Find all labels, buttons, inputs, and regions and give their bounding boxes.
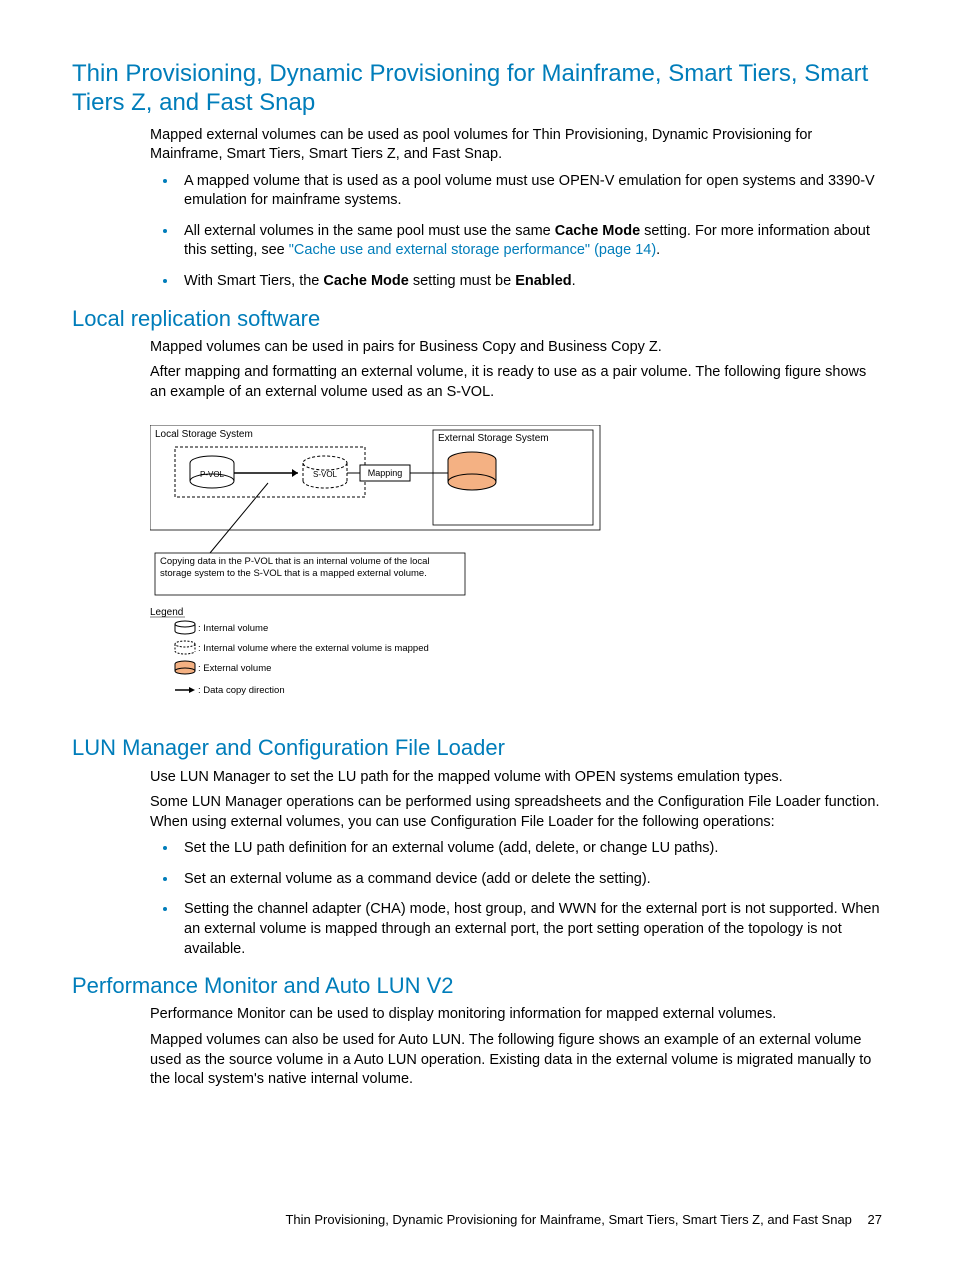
paragraph: Use LUN Manager to set the LU path for t… [150,768,882,788]
legend-item: : External volume [198,663,271,674]
arrow-icon [292,469,298,477]
legend-internal-icon [175,621,195,634]
bold-text: Enabled [515,273,571,289]
legend-arrow-icon [175,687,195,693]
bullet-list: A mapped volume that is used as a pool v… [150,171,882,292]
list-item: Setting the channel adapter (CHA) mode, … [178,899,882,959]
label-pvol: P-VOL [200,470,225,479]
replication-diagram: Local Storage System External Storage Sy… [150,425,882,722]
heading-performance-monitor: Performance Monitor and Auto LUN V2 [72,973,882,999]
list-item: Set the LU path definition for an extern… [178,838,882,859]
paragraph: Mapped external volumes can be used as p… [150,126,882,165]
legend-external-icon [175,661,195,674]
paragraph: After mapping and formatting an external… [150,363,882,402]
page-footer: Thin Provisioning, Dynamic Provisioning … [285,1211,882,1229]
label-external-system: External Storage System [438,433,549,444]
legend-title: Legend [150,607,183,618]
text: All external volumes in the same pool mu… [184,223,555,239]
paragraph: Performance Monitor can be used to displ… [150,1005,882,1025]
label-local-system: Local Storage System [155,429,253,440]
footer-text: Thin Provisioning, Dynamic Provisioning … [285,1212,851,1227]
heading-lun-manager: LUN Manager and Configuration File Loade… [72,735,882,761]
list-item: All external volumes in the same pool mu… [178,221,882,261]
bold-text: Cache Mode [323,273,408,289]
heading-local-replication: Local replication software [72,306,882,332]
text: . [572,273,576,289]
list-item: Set an external volume as a command devi… [178,869,882,890]
text: With Smart Tiers, the [184,273,323,289]
bold-text: Cache Mode [555,223,640,239]
diagram-caption: Copying data in the P-VOL that is an int… [160,556,460,580]
list-item: A mapped volume that is used as a pool v… [178,171,882,211]
legend-item: : Data copy direction [198,685,285,696]
cross-reference-link[interactable]: "Cache use and external storage performa… [289,242,656,258]
page-number: 27 [868,1212,882,1227]
text: . [656,242,660,258]
list-item: With Smart Tiers, the Cache Mode setting… [178,271,882,292]
label-svol: S-VOL [313,470,338,479]
legend-mapped-icon [175,641,195,654]
svol-cylinder-icon: S-VOL [303,456,347,488]
paragraph: Mapped volumes can also be used for Auto… [150,1031,882,1090]
paragraph: Some LUN Manager operations can be perfo… [150,793,882,832]
paragraph: Mapped volumes can be used in pairs for … [150,338,882,358]
legend-item: : Internal volume where the external vol… [198,643,429,654]
heading-thin-provisioning: Thin Provisioning, Dynamic Provisioning … [72,60,882,118]
text: setting must be [409,273,515,289]
legend-item: : Internal volume [198,623,268,634]
bullet-list: Set the LU path definition for an extern… [150,838,882,959]
label-mapping: Mapping [368,468,403,478]
external-cylinder-icon [448,452,496,490]
pvol-cylinder-icon: P-VOL [190,456,234,488]
